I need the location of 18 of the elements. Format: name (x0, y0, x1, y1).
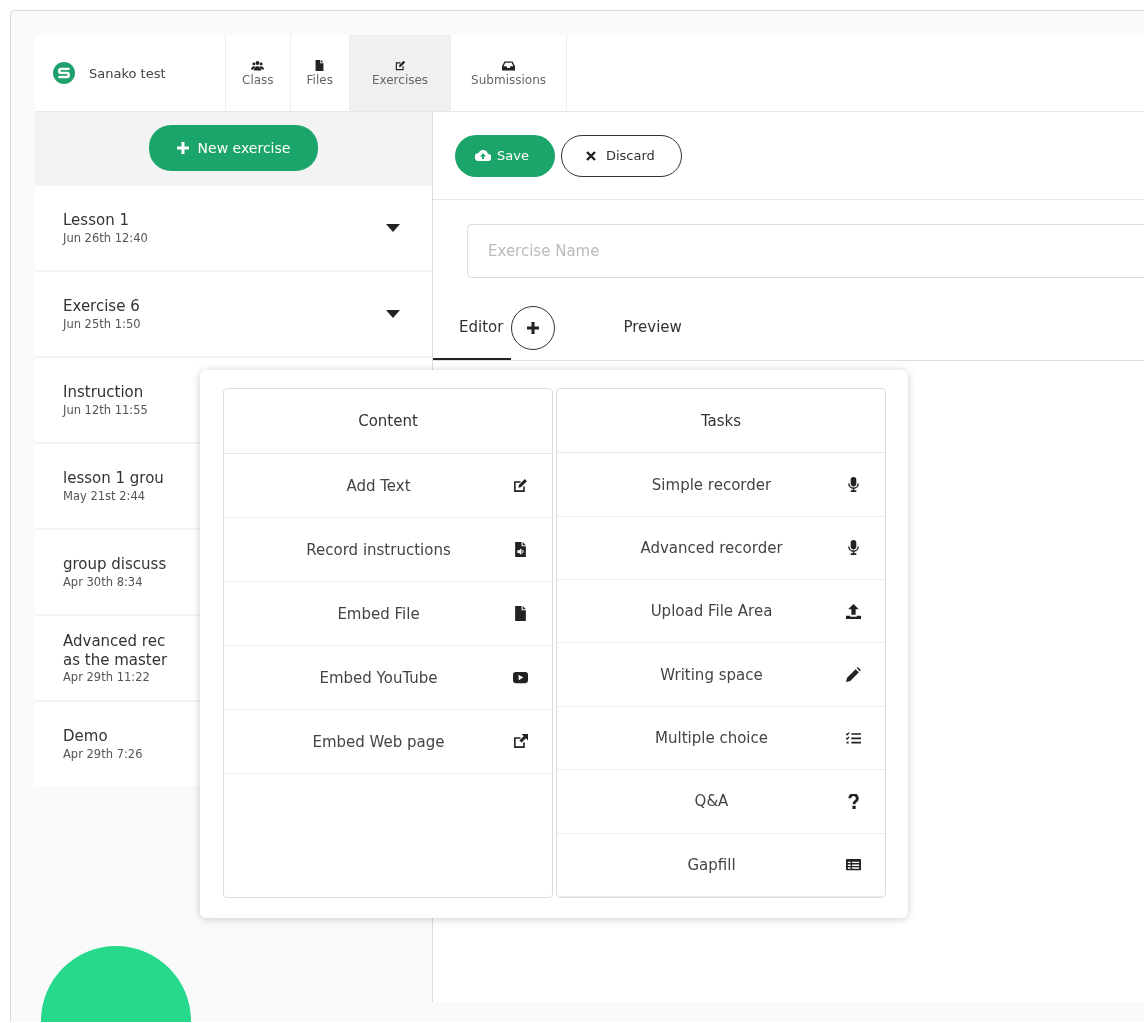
exercise-title: as the master (63, 650, 168, 670)
column-heading: Content (224, 389, 552, 454)
exercise-date: Jun 12th 11:55 (63, 402, 148, 417)
exercise-title: Demo (63, 727, 109, 746)
brand-name: Sanako test (89, 65, 166, 81)
exercise-title: Advanced rec (63, 631, 167, 651)
exercise-date: May 21st 2:44 (63, 488, 147, 503)
exercise-date: Apr 29th 7:26 (63, 746, 143, 761)
exercise-date: Jun 25th 1:50 (63, 316, 141, 331)
exercise-date: Apr 29th 11:22 (63, 670, 151, 685)
exercise-date: Apr 30th 8:34 (63, 574, 144, 589)
column-heading: Tasks (557, 389, 885, 454)
exercise-title: Instruction (63, 383, 145, 402)
exercise-title: lesson 1 grou (63, 469, 164, 488)
exercise-title: Exercise 6 (63, 297, 141, 316)
exercise-title: group discuss (63, 555, 167, 574)
exercise-date: Jun 26th 12:40 (63, 230, 148, 245)
exercise-title: Lesson 1 (63, 211, 130, 230)
